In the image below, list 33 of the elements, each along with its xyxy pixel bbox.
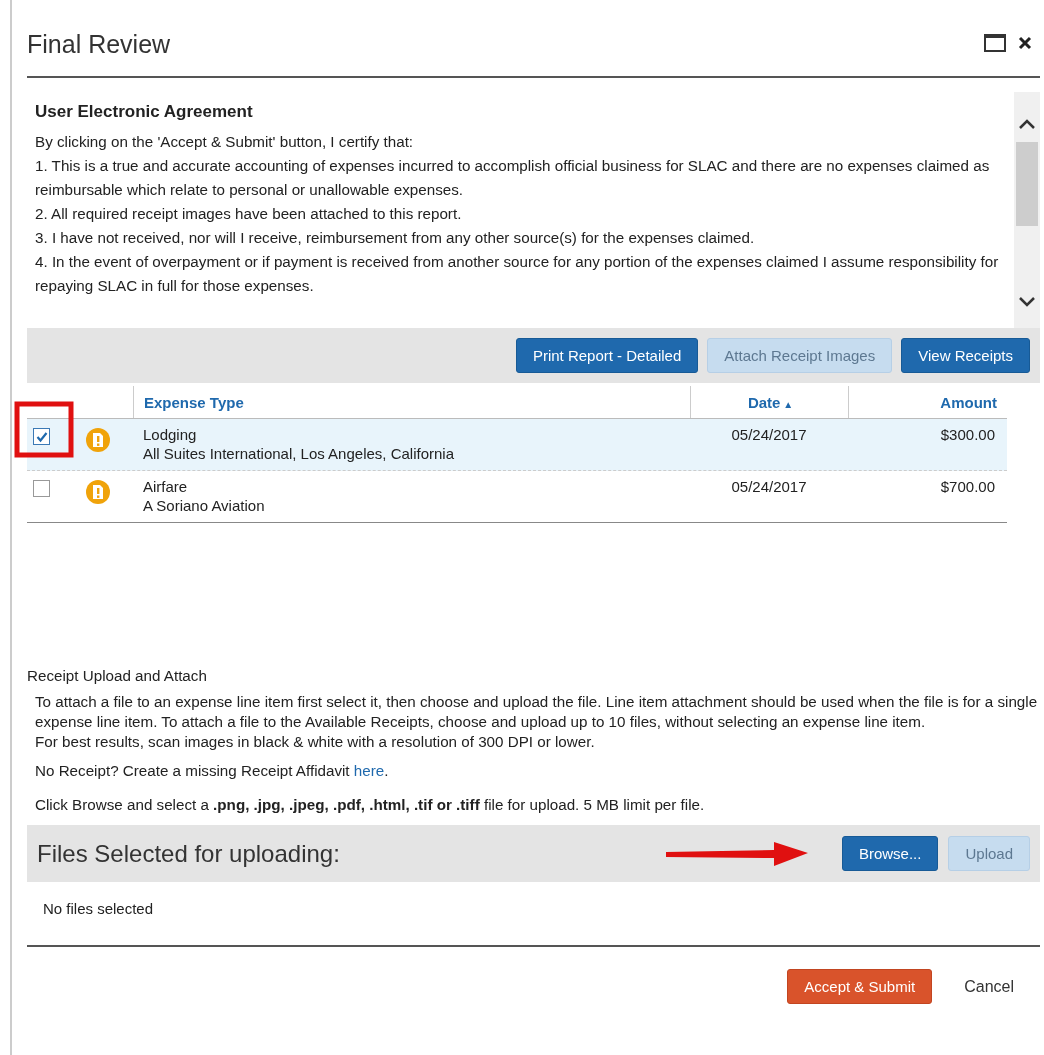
vendor-name: All Suites International, Los Angeles, California xyxy=(143,445,455,462)
section-heading: Receipt Upload and Attach xyxy=(27,667,208,684)
table-cell: $700.00 xyxy=(940,478,995,495)
accept-submit-button[interactable]: Accept & Submit xyxy=(787,969,933,1004)
print-report-button[interactable]: Print Report - Detailed xyxy=(515,338,699,373)
view-receipts-button[interactable]: View Receipts xyxy=(901,338,1030,373)
vendor-name: A Soriano Aviation xyxy=(143,497,266,514)
table-cell: 05/24/2017 xyxy=(731,478,807,495)
table-row[interactable]: Airfare A Soriano Aviation 05/24/2017 $700.00 xyxy=(27,471,1007,523)
column-header[interactable]: Date ▲ xyxy=(690,386,848,418)
instruction-text: For best results, scan images in black & white with a resolution of 300 DPI or lower. xyxy=(35,732,596,752)
instruction-text: To attach a file to an expense line item first select it, then choose and upload the file. Line item attachment should be used when the file is for a single expense line item. To attach a file to the Available Receipts, choose and upload up to 10 files, without selecting an expense line item. xyxy=(35,692,1039,732)
instruction-text: Click Browse and select a .png, .jpg, .jpeg, .pdf, .html, .tif or .tiff file for upload. 5 MB limit per file. xyxy=(35,795,706,815)
agreement-text: 1. This is a true and accurate accounting of expenses incurred to accomplish official business for SLAC and there are no expenses claimed as reimbursable which relate to personal or unallowable expenses. xyxy=(35,156,991,200)
window-title: Final Review xyxy=(27,28,171,59)
browse-button[interactable]: Browse... xyxy=(841,836,939,871)
expense-type: Lodging xyxy=(143,426,198,443)
agreement-heading: User Electronic Agreement xyxy=(35,101,254,123)
agreement-text: 4. In the event of overpayment or if payment is received from another source for any portion of the expenses claimed I assume responsibility for repaying SLAC in full for those expenses. xyxy=(35,252,1000,296)
table-cell: $300.00 xyxy=(940,426,995,443)
agreement-text: 3. I have not received, nor will I receive, reimbursement from any other source(s) for the expenses claimed. xyxy=(35,228,756,248)
empty-message: No files selected xyxy=(27,882,1040,947)
column-header[interactable]: Amount xyxy=(848,386,1005,418)
here-link[interactable]: here xyxy=(353,762,385,779)
table-cell: 05/24/2017 xyxy=(731,426,807,443)
agreement-text: By clicking on the 'Accept & Submit' button, I certify that: xyxy=(35,132,415,152)
files-title: Files Selected for uploading: xyxy=(37,839,340,868)
cancel-button[interactable]: Cancel xyxy=(958,976,1020,997)
expense-type: Airfare xyxy=(143,478,189,495)
column-header[interactable]: Expense Type xyxy=(133,386,690,418)
instruction-text: No Receipt? Create a missing Receipt Affidavit here. xyxy=(35,761,390,781)
table-row[interactable]: Lodging All Suites International, Los Angeles, California 05/24/2017 $300.00 xyxy=(27,419,1007,471)
agreement-text: 2. All required receipt images have been attached to this report. xyxy=(35,204,463,224)
